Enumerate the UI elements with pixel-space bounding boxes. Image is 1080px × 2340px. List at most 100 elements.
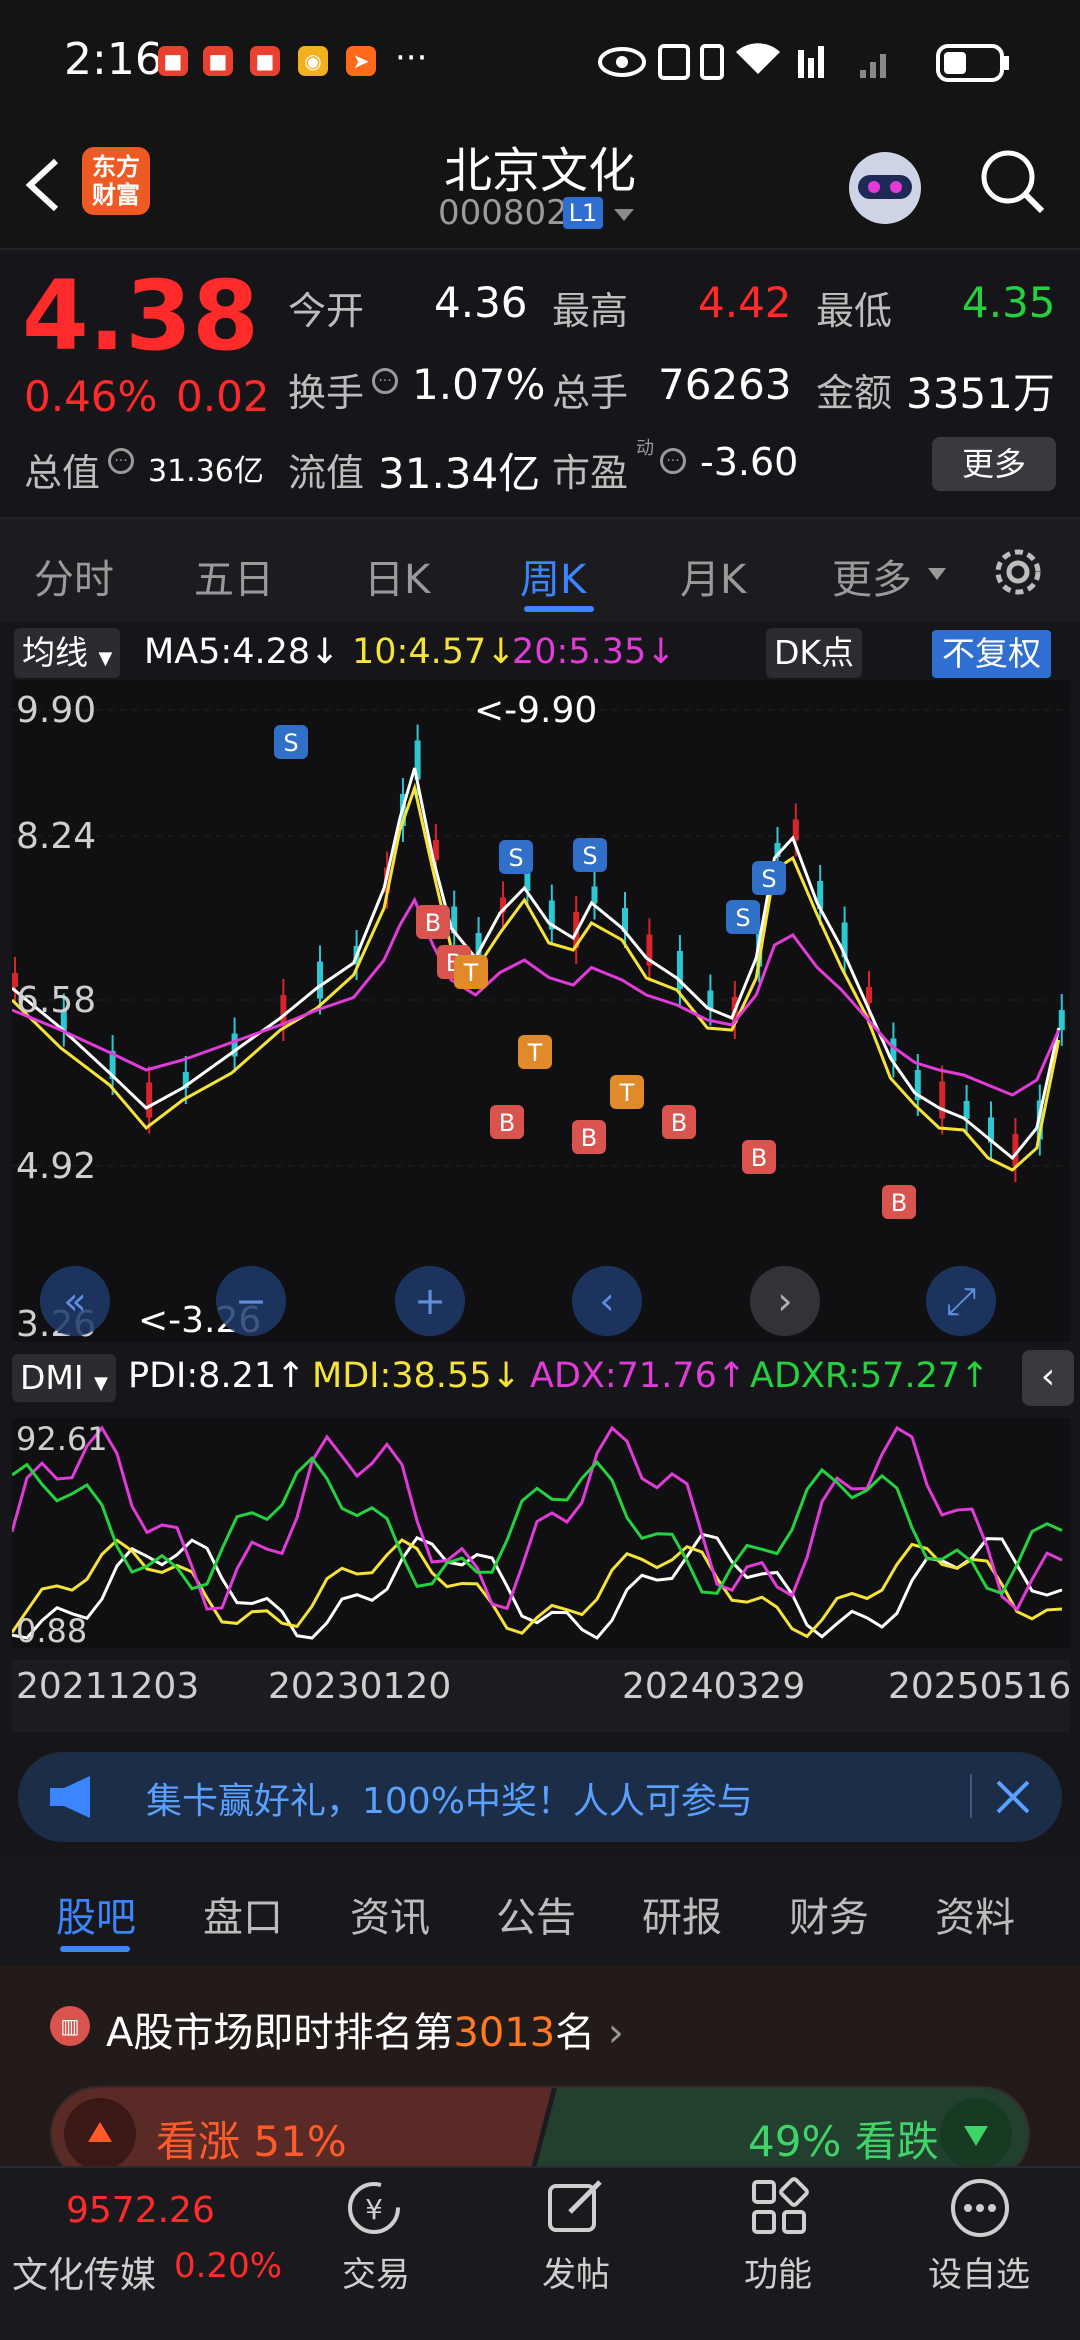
k-chart-svg: SSSSSBBBBBBTTTB [10, 709, 1070, 1219]
search-icon[interactable] [978, 147, 1048, 217]
x-tick: 20250516 [888, 1666, 1072, 1707]
active-tab-indicator [60, 1946, 130, 1952]
zoom-out-icon[interactable]: − [216, 1266, 286, 1336]
market-cap-value: 31.36亿 [148, 454, 264, 489]
signal-marker-label: S [283, 729, 298, 757]
amount-value: 3351万 [906, 369, 1055, 418]
scroll-right-icon[interactable]: › [750, 1266, 820, 1336]
scroll-first-icon[interactable]: « [40, 1266, 110, 1336]
tab-more[interactable]: 更多 [832, 547, 912, 605]
info-icon[interactable]: ··· [108, 448, 134, 474]
adjustment-toggle[interactable]: 不复权 [932, 630, 1051, 678]
pdi-value: PDI:8.21↑ [128, 1356, 306, 1396]
y-tick: 8.24 [16, 816, 97, 857]
tab-weekly-k[interactable]: 周K [520, 547, 586, 605]
signal-marker-label: S [508, 844, 523, 872]
tab-intraday[interactable]: 分时 [34, 547, 114, 605]
functions-icon[interactable] [748, 2176, 810, 2238]
watchlist-more-icon[interactable] [948, 2176, 1012, 2240]
status-bar: 2:16 ■ ■ ■ ◉ ➤ ··· [0, 0, 1080, 125]
y-tick: 6.58 [16, 980, 97, 1021]
system-status-icons [598, 43, 1009, 82]
dmi-select[interactable]: DMI ▼ [12, 1354, 116, 1402]
signal-marker-label: T [527, 1039, 543, 1067]
app-notification-icon: ➤ [346, 46, 376, 76]
volume-label: 总手 [552, 371, 629, 415]
fullscreen-icon[interactable]: ⤢ [926, 1266, 996, 1336]
more-button[interactable]: 更多 [932, 437, 1056, 491]
dk-point-toggle[interactable]: DK点 [766, 628, 863, 678]
signal-marker-label: T [463, 959, 479, 987]
ma5-line [11, 767, 1061, 1161]
scroll-left-icon[interactable]: ‹ [572, 1266, 642, 1336]
svg-text:¥: ¥ [365, 2193, 383, 2226]
low-value: 4.35 [962, 278, 1056, 327]
settings-gear-icon[interactable] [990, 544, 1046, 600]
chevron-down-icon[interactable] [612, 207, 636, 223]
more-notifications-icon: ··· [395, 38, 428, 78]
tab-order-book[interactable]: 盘口 [203, 1885, 283, 1943]
tab-financials[interactable]: 财务 [789, 1885, 869, 1943]
status-time: 2:16 [64, 34, 163, 85]
nav-add-watchlist[interactable]: 设自选 [928, 2247, 1030, 2296]
promo-banner[interactable]: 集卡赢好礼，100%中奖！人人可参与 [18, 1752, 1062, 1842]
collapse-indicator-icon[interactable]: ‹ [1022, 1350, 1074, 1406]
weibo-icon: ◉ [298, 46, 328, 76]
ranking-text[interactable]: A股市场即时排名第3013名 › [106, 2000, 624, 2058]
float-cap-value: 31.34亿 [378, 449, 541, 498]
chevron-right-icon: › [595, 2010, 624, 2056]
high-value: 4.42 [698, 278, 792, 327]
arrow-down-icon [964, 2126, 988, 2146]
index-name[interactable]: 文化传媒 [12, 2246, 156, 2298]
pe-value: -3.60 [700, 440, 799, 484]
weekly-k-chart[interactable]: SSSSSBBBBBBTTTB [10, 680, 1070, 1342]
robot-assistant-icon[interactable] [842, 145, 928, 231]
caret-down-icon: ▼ [94, 1373, 108, 1394]
mdi-value: MDI:38.55↓ [312, 1356, 521, 1396]
arrow-up-icon [88, 2122, 112, 2142]
level-badge[interactable]: L1 [563, 197, 603, 229]
float-cap-label: 流值 [288, 451, 365, 495]
info-icon[interactable]: ··· [372, 368, 398, 394]
trade-icon[interactable]: ¥ [340, 2176, 408, 2240]
index-change: 0.20% [174, 2246, 283, 2286]
ma-select[interactable]: 均线 ▼ [14, 628, 121, 678]
post-icon[interactable] [544, 2176, 608, 2240]
nav-trade[interactable]: 交易 [342, 2247, 410, 2296]
tab-guba[interactable]: 股吧 [56, 1885, 136, 1943]
active-tab-indicator [524, 606, 594, 612]
close-icon[interactable] [990, 1774, 1036, 1820]
info-icon[interactable]: ··· [660, 448, 686, 474]
y-tick: 9.90 [16, 690, 97, 731]
caret-down-icon [928, 568, 946, 580]
index-value[interactable]: 9572.26 [66, 2190, 215, 2231]
ma20-value: 20:5.35↓ [512, 632, 676, 672]
signal-marker-label: B [751, 1144, 767, 1172]
tab-announcements[interactable]: 公告 [496, 1885, 576, 1943]
nav-post[interactable]: 发帖 [542, 2247, 610, 2296]
dmi-chart[interactable] [10, 1418, 1070, 1648]
signal-marker-label: B [581, 1124, 597, 1152]
pe-dynamic-mark: 动 [636, 438, 654, 459]
tab-monthly-k[interactable]: 月K [680, 547, 746, 605]
high-annotation: <-9.90 [474, 690, 598, 731]
y-tick: 0.88 [16, 1612, 88, 1650]
turnover-label: 换手 [288, 371, 365, 415]
signal-marker-label: T [619, 1079, 635, 1107]
y-tick: 4.92 [16, 1146, 97, 1187]
ma10-value: 10:4.57↓ [352, 632, 516, 672]
tab-research[interactable]: 研报 [642, 1885, 722, 1943]
tab-five-day[interactable]: 五日 [194, 547, 274, 605]
change-value: 0.02 [176, 372, 270, 421]
tab-daily-k[interactable]: 日K [364, 547, 430, 605]
tab-profile[interactable]: 资料 [935, 1885, 1015, 1943]
signal-marker-label: B [891, 1189, 907, 1217]
zoom-in-icon[interactable]: + [395, 1266, 465, 1336]
nav-functions[interactable]: 功能 [744, 2247, 812, 2296]
dk-point-label: DK点 [774, 633, 855, 672]
signal-marker-label: B [499, 1109, 515, 1137]
quote-panel: 4.38 0.46% 0.02 今开 4.36 最高 4.42 最低 4.35 … [0, 250, 1080, 515]
tab-news[interactable]: 资讯 [350, 1885, 430, 1943]
low-label: 最低 [816, 289, 893, 333]
bearish-label: 49% 看跌 [748, 2117, 939, 2166]
